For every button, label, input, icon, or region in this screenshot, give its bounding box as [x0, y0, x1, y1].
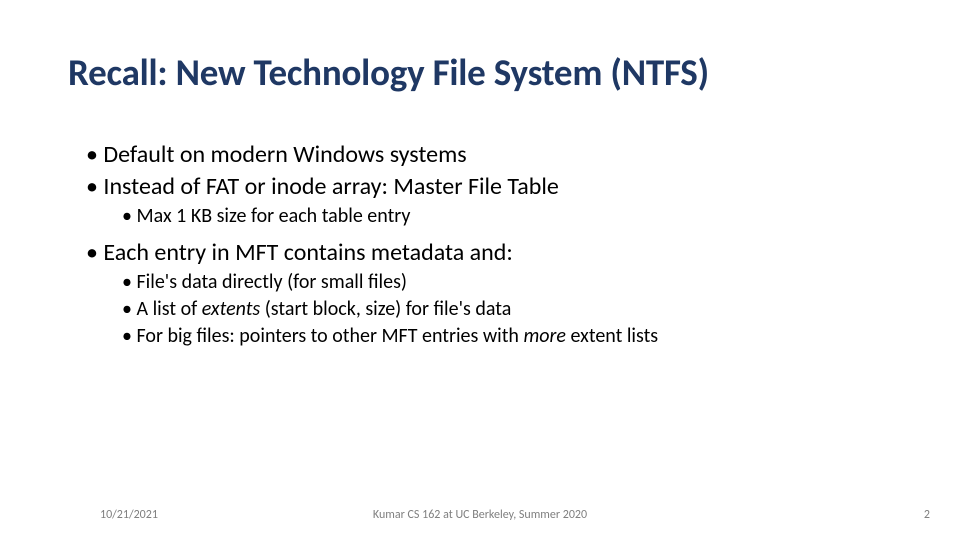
- bullet-item: Instead of FAT or inode array: Master Fi…: [86, 172, 920, 202]
- bullet-list: Default on modern Windows systems Instea…: [86, 140, 920, 349]
- footer-page-number: 2: [924, 508, 930, 522]
- text-run: (start block, size) for file's data: [260, 297, 511, 321]
- bullet-subitem: File's data directly (for small files): [86, 270, 920, 295]
- bullet-item: Default on modern Windows systems: [86, 140, 920, 170]
- slide-content: Default on modern Windows systems Instea…: [86, 140, 920, 351]
- bullet-subitem: A list of extents (start block, size) fo…: [86, 297, 920, 322]
- bullet-subitem: Max 1 KB size for each table entry: [86, 204, 920, 229]
- slide-title: Recall: New Technology File System (NTFS…: [68, 50, 709, 95]
- slide: Recall: New Technology File System (NTFS…: [0, 0, 960, 540]
- footer-center: Kumar CS 162 at UC Berkeley, Summer 2020: [0, 508, 960, 522]
- bullet-item: Each entry in MFT contains metadata and:: [86, 238, 920, 268]
- text-run: A list of: [136, 297, 201, 321]
- text-emphasis: more: [523, 324, 566, 348]
- bullet-subitem: For big files: pointers to other MFT ent…: [86, 324, 920, 349]
- text-emphasis: extents: [202, 297, 260, 321]
- text-run: extent lists: [566, 324, 658, 348]
- text-run: For big files: pointers to other MFT ent…: [136, 324, 523, 348]
